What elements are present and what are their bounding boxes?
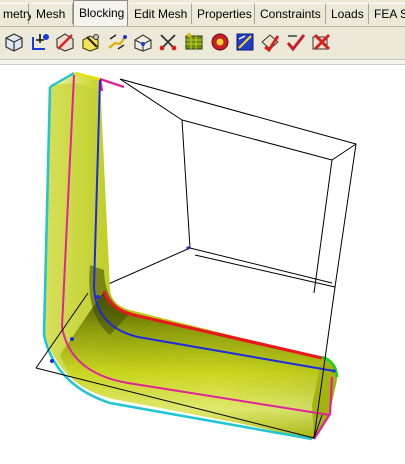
pipe-surface — [45, 73, 338, 439]
transform-blocks-icon[interactable] — [155, 29, 181, 55]
main-menu-tabs: metry Mesh Blocking Edit Mesh Properties… — [0, 0, 405, 27]
block-wireframe-back — [87, 78, 357, 294]
tab-blocking[interactable]: Blocking — [73, 0, 128, 26]
move-vertex-icon[interactable] — [130, 29, 156, 55]
pre-mesh-quality-icon[interactable] — [232, 29, 258, 55]
edit-edge-icon[interactable] — [181, 29, 207, 55]
tab-properties[interactable]: Properties — [192, 3, 255, 24]
delete-block-icon[interactable] — [308, 29, 334, 55]
check-blocks-icon[interactable] — [283, 29, 309, 55]
tab-geometry[interactable]: metry — [0, 3, 33, 24]
model-canvas — [35, 71, 357, 441]
pre-mesh-params-icon[interactable] — [207, 29, 233, 55]
associate-icon[interactable] — [104, 29, 130, 55]
merge-vertices-icon[interactable] — [52, 29, 78, 55]
edge-magenta-top — [98, 77, 125, 92]
pre-mesh-smooth-icon[interactable] — [257, 29, 283, 55]
tab-loads[interactable]: Loads — [326, 3, 369, 24]
tab-mesh[interactable]: Mesh — [31, 3, 73, 24]
tab-edit-mesh[interactable]: Edit Mesh — [129, 3, 192, 24]
ansys-icem-window: metry Mesh Blocking Edit Mesh Properties… — [0, 0, 405, 464]
tab-fea-solve[interactable]: FEA S — [369, 3, 405, 24]
edit-block-icon[interactable] — [78, 29, 104, 55]
tab-constraints[interactable]: Constraints — [255, 3, 326, 24]
create-block-icon[interactable] — [1, 29, 27, 55]
graphics-viewport[interactable] — [0, 65, 405, 464]
blocking-toolbar — [0, 27, 405, 60]
split-block-icon[interactable] — [27, 29, 53, 55]
